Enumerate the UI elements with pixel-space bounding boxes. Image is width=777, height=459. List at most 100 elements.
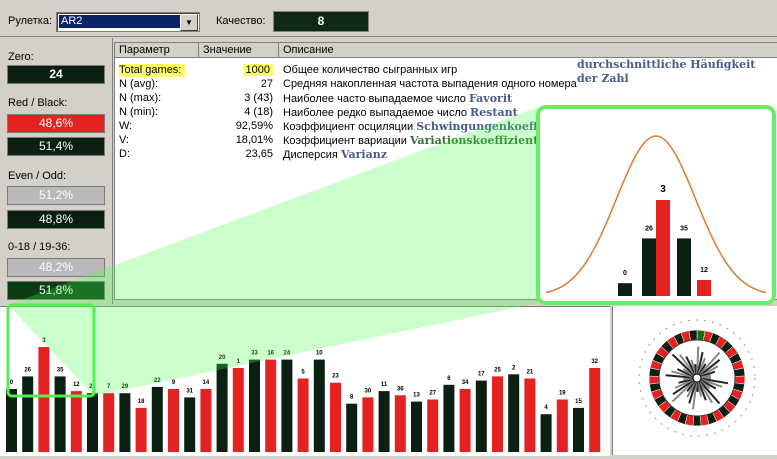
wheel-segment bbox=[688, 329, 698, 341]
bar bbox=[281, 359, 293, 452]
bar-label: 11 bbox=[381, 382, 388, 388]
low-value: 48,2% bbox=[7, 258, 105, 277]
even-value: 51,2% bbox=[7, 186, 105, 205]
bar bbox=[103, 393, 115, 452]
value-cell: 23,65 bbox=[245, 148, 273, 160]
bar-label: 26 bbox=[24, 367, 31, 373]
evenodd-label: Even / Odd: bbox=[8, 170, 67, 182]
bar bbox=[346, 403, 358, 452]
bar-label: 16 bbox=[267, 351, 274, 357]
value-cell: 18,01% bbox=[235, 134, 273, 146]
desc-cell: Общее количество сыгранных игр bbox=[283, 64, 458, 76]
bar-label: 17 bbox=[478, 372, 485, 378]
bar-label: 31 bbox=[186, 388, 193, 394]
bar-label: 35 bbox=[57, 367, 64, 373]
bar bbox=[427, 399, 439, 452]
bar-label: 21 bbox=[527, 370, 534, 376]
chevron-down-icon[interactable]: ▼ bbox=[180, 14, 198, 31]
bar bbox=[362, 397, 374, 452]
desc-cell: Средняя накопленная частота выпадения од… bbox=[283, 78, 577, 90]
bar-label: 7 bbox=[107, 384, 111, 390]
bar bbox=[216, 363, 228, 452]
favorit-note: Favorit bbox=[468, 92, 513, 105]
bar-label: 9 bbox=[172, 380, 176, 386]
column-header-param[interactable]: Параметр bbox=[115, 43, 199, 58]
bar bbox=[459, 389, 471, 452]
bar-label: 32 bbox=[591, 359, 598, 365]
bar-label: 30 bbox=[365, 388, 372, 394]
bar-label: 24 bbox=[284, 351, 291, 357]
param-cell: W: bbox=[119, 120, 133, 132]
bar bbox=[200, 389, 212, 452]
wheel-panel bbox=[612, 306, 777, 455]
bar-label: 23 bbox=[332, 374, 339, 380]
restant-note: Restant bbox=[470, 106, 518, 119]
bar-label: 6 bbox=[447, 376, 451, 382]
bar-label: 1 bbox=[237, 359, 241, 365]
roulette-select[interactable]: AR2 ▼ bbox=[56, 12, 200, 32]
value-cell: 1000 bbox=[199, 64, 273, 77]
bar-label: 3 bbox=[42, 338, 46, 344]
bar bbox=[492, 376, 503, 452]
red-value: 48,6% bbox=[7, 114, 105, 133]
value-cell: 4 (18) bbox=[244, 106, 273, 118]
bar-label: 13 bbox=[413, 393, 420, 399]
bar bbox=[22, 376, 34, 452]
column-header-desc[interactable]: Описание bbox=[279, 43, 777, 58]
desc-cell: Дисперсия Varianz bbox=[283, 148, 387, 161]
desc-cell: Коэффициент вариации Variationskoeffizie… bbox=[283, 134, 539, 147]
black-value: 51,4% bbox=[7, 137, 105, 156]
desc-cell: Наиболее редко выпадаемое число Restant bbox=[283, 106, 518, 119]
quality-value: 8 bbox=[273, 11, 369, 32]
bar bbox=[87, 393, 98, 452]
desc-cell: Коэффициент осциляции Schwingungenkoeffi… bbox=[283, 120, 573, 133]
bar-label: 5 bbox=[301, 370, 305, 376]
frequency-chart: 02633512 28 7 291822 9311420133 16 24510238301… bbox=[6, 338, 601, 452]
roulette-wheel-icon bbox=[638, 319, 756, 437]
avg-note: durchschnittliche Häufigkeit der Zahl bbox=[577, 58, 756, 85]
bar bbox=[168, 389, 179, 452]
roulette-select-value: AR2 bbox=[59, 15, 181, 28]
zero-label: Zero: bbox=[8, 51, 34, 63]
value-cell: 3 (43) bbox=[244, 92, 273, 104]
bar bbox=[378, 391, 390, 452]
bar-label: 2 bbox=[512, 365, 516, 371]
bar bbox=[508, 374, 520, 452]
bar bbox=[265, 359, 277, 452]
high-value: 51,8% bbox=[7, 281, 105, 300]
variation-note: Variationskoeffizient bbox=[409, 134, 539, 147]
bar bbox=[540, 414, 552, 452]
wheel-segment bbox=[692, 415, 702, 427]
value-cell: 27 bbox=[260, 78, 273, 90]
bar bbox=[394, 395, 406, 452]
zero-value: 24 bbox=[7, 65, 105, 84]
param-cell: D: bbox=[119, 148, 130, 160]
bar-label: 18 bbox=[138, 399, 145, 405]
param-cell: V: bbox=[119, 134, 129, 146]
bar bbox=[6, 389, 17, 452]
bar bbox=[54, 376, 66, 452]
bar bbox=[184, 397, 196, 452]
bar bbox=[475, 380, 487, 452]
bar bbox=[119, 393, 131, 452]
bar-label: 27 bbox=[429, 391, 436, 397]
frequency-chart-panel: 0 26 3 35 12 28 7 29 18 22 9 31 14 20 1 33 16 24 5 10 23 8 30 1… bbox=[0, 306, 610, 456]
bar-label: 0 bbox=[10, 380, 14, 386]
bar bbox=[330, 382, 341, 452]
bar bbox=[524, 378, 536, 452]
bar bbox=[232, 368, 244, 452]
column-header-value[interactable]: Значение bbox=[199, 43, 279, 58]
odd-value: 48,8% bbox=[7, 210, 105, 229]
bar-label: 22 bbox=[154, 378, 161, 384]
quality-label: Качество: bbox=[216, 15, 266, 27]
bar-label: 25 bbox=[494, 367, 501, 373]
bar bbox=[135, 407, 147, 452]
bar bbox=[573, 407, 584, 452]
desc-cell: Наиболее часто выпадаемое число Favorit bbox=[283, 92, 513, 105]
bar bbox=[249, 359, 260, 452]
bar bbox=[411, 401, 422, 452]
bar-label: 4 bbox=[544, 405, 548, 411]
bar-label: 8 bbox=[350, 395, 354, 401]
param-cell: Total games: bbox=[119, 64, 185, 77]
bar-label: 36 bbox=[397, 386, 404, 392]
